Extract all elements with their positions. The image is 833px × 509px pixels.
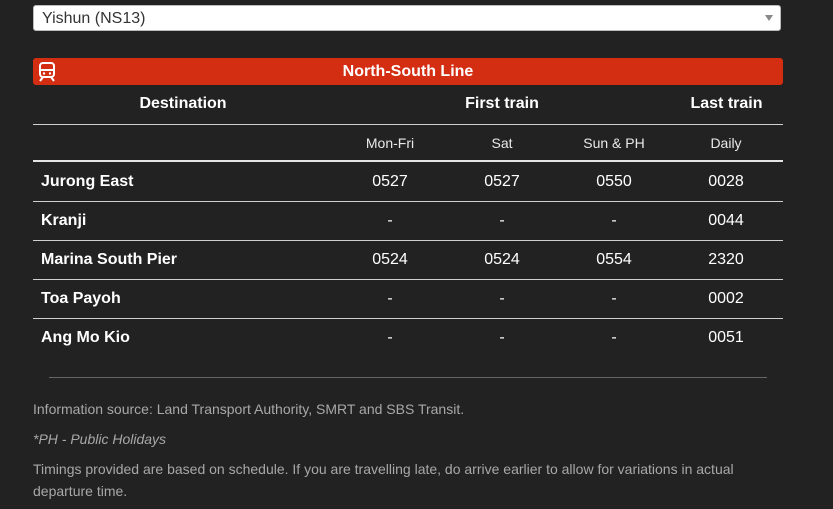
table-row: Jurong East 0527 0527 0550 0028 — [33, 162, 783, 201]
station-select-value: Yishun (NS13) — [42, 10, 146, 27]
time-mon-fri: 0527 — [372, 173, 408, 190]
line-banner: North-South Line — [33, 58, 783, 85]
subheader-row: Mon-Fri Sat Sun & PH Daily — [33, 135, 783, 153]
row-destination: Toa Payoh — [41, 290, 121, 307]
station-select[interactable]: Yishun (NS13) — [33, 5, 781, 31]
time-daily: 0051 — [708, 329, 744, 346]
table-row: Toa Payoh - - - 0002 — [33, 279, 783, 318]
line-name: North-South Line — [342, 63, 474, 80]
time-sun-ph: - — [611, 329, 617, 346]
disclaimer-note: Timings provided are based on schedule. … — [33, 461, 734, 499]
time-sat: - — [499, 329, 505, 346]
time-sun-ph: 0550 — [596, 173, 632, 190]
table-row: Marina South Pier 0524 0524 0554 2320 — [33, 240, 783, 279]
header-last-train: Last train — [690, 95, 763, 112]
row-destination: Kranji — [41, 212, 87, 229]
subheader-mon-fri: Mon-Fri — [365, 135, 415, 151]
table-row: Ang Mo Kio - - - 0051 — [33, 318, 783, 357]
row-destination: Marina South Pier — [41, 251, 178, 268]
source-note: Information source: Land Transport Autho… — [33, 401, 465, 417]
row-destination: Jurong East — [41, 173, 134, 190]
subheader-daily: Daily — [710, 135, 742, 151]
time-mon-fri: - — [387, 290, 393, 307]
time-mon-fri: - — [387, 212, 393, 229]
header-destination: Destination — [139, 95, 227, 112]
table-row: Kranji - - - 0044 — [33, 201, 783, 240]
ph-note: *PH - Public Holidays — [33, 431, 167, 447]
footer-divider — [49, 377, 767, 378]
subheader-sun-ph: Sun & PH — [583, 135, 645, 151]
time-mon-fri: - — [387, 329, 393, 346]
time-sun-ph: - — [611, 290, 617, 307]
time-daily: 2320 — [708, 251, 744, 268]
time-daily: 0002 — [708, 290, 744, 307]
header-divider — [33, 124, 783, 125]
time-sat: 0527 — [484, 173, 520, 190]
time-sun-ph: - — [611, 212, 617, 229]
chevron-down-icon[interactable] — [765, 15, 773, 21]
row-destination: Ang Mo Kio — [41, 329, 130, 346]
time-daily: 0028 — [708, 173, 744, 190]
time-sat: - — [499, 212, 505, 229]
time-sun-ph: 0554 — [596, 251, 632, 268]
time-mon-fri: 0524 — [372, 251, 408, 268]
time-sat: - — [499, 290, 505, 307]
subheader-sat: Sat — [491, 135, 513, 151]
header-first-train: First train — [465, 95, 539, 112]
time-daily: 0044 — [708, 212, 744, 229]
time-sat: 0524 — [484, 251, 520, 268]
